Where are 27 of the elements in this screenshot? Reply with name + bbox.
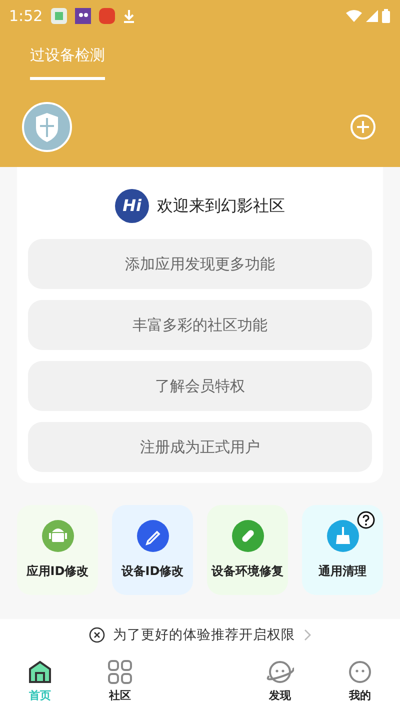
signal-icon	[366, 10, 378, 22]
app-icon	[98, 8, 115, 24]
tool-tile[interactable]: 设备ID修改	[112, 505, 193, 595]
tool-tile[interactable]: 设备环境修复	[207, 505, 288, 595]
action-button[interactable]: 注册成为正式用户	[28, 422, 372, 472]
welcome-title: 欢迎来到幻影社区	[157, 195, 285, 217]
add-icon[interactable]	[350, 114, 376, 140]
tool-tile[interactable]: 通用清理	[302, 505, 383, 595]
tool-tile[interactable]: 应用ID修改	[17, 505, 98, 595]
nav-tab[interactable]: 社区	[80, 658, 160, 705]
action-button[interactable]: 了解会员特权	[28, 361, 372, 411]
battery-icon	[382, 9, 390, 23]
logo: Hi	[115, 189, 149, 223]
wifi-icon	[346, 10, 362, 22]
download-icon	[122, 9, 135, 23]
avatar-shield-icon[interactable]	[22, 102, 72, 152]
status-time: 1:52	[9, 6, 43, 27]
close-icon[interactable]	[89, 627, 105, 643]
chevron-right-icon[interactable]	[303, 629, 311, 641]
action-button[interactable]: 丰富多彩的社区功能	[28, 300, 372, 350]
nav-tab[interactable]: 发现	[240, 658, 320, 705]
nav-tab[interactable]: 我的	[320, 658, 400, 705]
help-icon[interactable]	[357, 511, 375, 529]
action-button[interactable]: 添加应用发现更多功能	[28, 239, 372, 289]
app-icon	[74, 8, 91, 24]
app-icon	[50, 8, 67, 24]
grid-icon	[106, 658, 134, 686]
